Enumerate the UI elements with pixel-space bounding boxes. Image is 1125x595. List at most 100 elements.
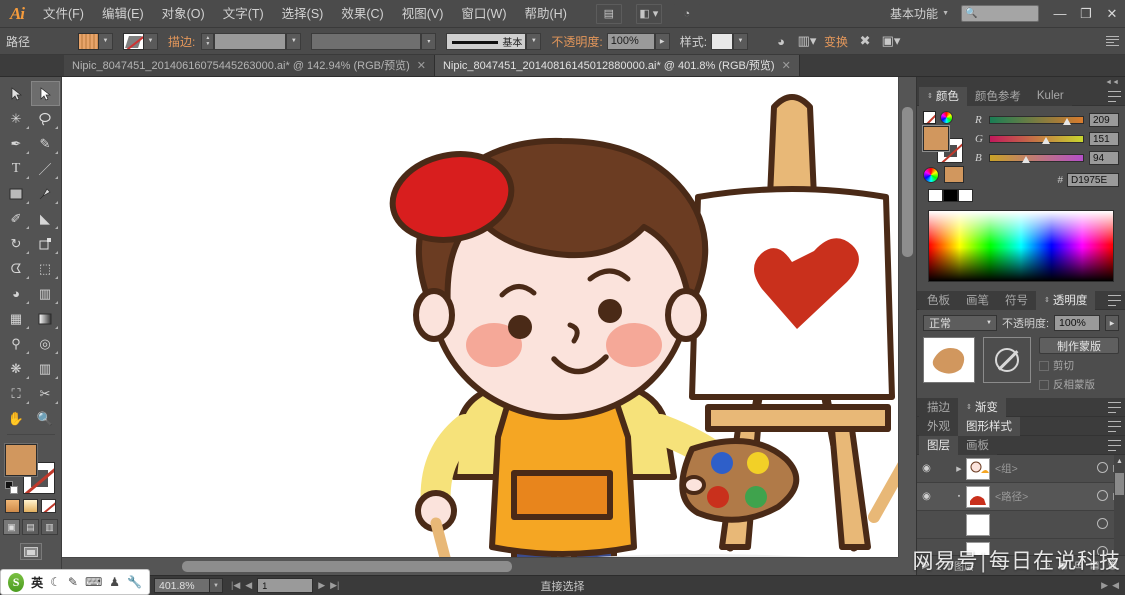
none-quick-swatch[interactable] [928,189,943,202]
free-transform-tool[interactable]: ⬚ [31,256,60,281]
paintbrush-tool[interactable] [31,181,60,206]
artboard-number-field[interactable]: 1 [257,578,314,593]
target-icon[interactable] [1091,545,1113,555]
layers-scrollbar[interactable]: ▲ [1114,455,1125,555]
close-icon[interactable]: ✕ [417,59,426,72]
tab-brushes[interactable]: 画笔 [958,290,997,310]
color-panel-fill-swatch[interactable] [923,126,949,151]
panel-menu-icon[interactable] [1108,440,1121,451]
make-mask-button[interactable]: 制作蒙版 [1039,337,1119,354]
slider-r[interactable]: R 209 [975,113,1119,127]
default-colors-icon[interactable] [4,481,18,494]
scrollbar-thumb[interactable] [1115,473,1124,495]
color-spectrum-ramp[interactable] [928,210,1114,282]
stroke-style-dropdown-icon[interactable]: ▾ [421,32,437,50]
first-artboard-button[interactable]: |◀ [231,580,240,591]
bridge-icon[interactable]: ▤ [595,3,622,24]
zoom-level-field[interactable]: 401.8% [154,578,210,593]
tab-swatches[interactable]: 色板 [919,290,958,310]
tab-artboards[interactable]: 画板 [958,435,997,455]
pathfinder-icon[interactable]: ✖ [853,31,877,51]
settings-wrench-icon[interactable]: 🔧 [127,575,142,589]
selection-tool[interactable] [2,81,31,106]
pencil-tool[interactable]: ✐ [2,206,31,231]
restore-button[interactable]: ❐ [1073,3,1099,24]
slider-b[interactable]: B 94 [975,151,1119,165]
transparency-mask-thumbnail[interactable] [983,337,1031,383]
add-anchor-point-tool[interactable]: ✎ [31,131,60,156]
align-icon[interactable]: ▥▾ [795,31,819,51]
make-clipping-mask-icon[interactable]: ▣ [1058,560,1067,571]
locate-object-icon[interactable]: ⌕ [1045,560,1051,571]
lasso-tool[interactable] [31,106,60,131]
slider-g-value[interactable]: 151 [1089,132,1119,146]
menu-type[interactable]: 文字(T) [214,0,273,28]
chevron-right-icon[interactable]: ▶ [952,465,966,473]
stroke-dropdown-icon[interactable]: ▼ [144,32,158,50]
status-next-icon[interactable]: ◀ [1112,580,1119,591]
transparency-opacity-field[interactable]: 100% [1054,315,1101,331]
chevron-right-icon[interactable]: ▪ [952,493,966,500]
style-swatch[interactable] [711,32,734,50]
table-row[interactable]: ◉ ▪ <路径> [917,483,1125,511]
menu-help[interactable]: 帮助(H) [516,0,576,28]
shape-builder-tool[interactable]: ◕ [2,281,31,306]
opacity-field[interactable]: 100% [606,32,655,50]
prev-artboard-button[interactable]: ◀ [245,580,252,591]
ime-toolbar[interactable]: S 英 ☾ ✎ ⌨ ♟ 🔧 [0,569,150,595]
rotate-tool[interactable]: ↻ [2,231,31,256]
type-tool[interactable]: T [2,156,31,181]
menu-edit[interactable]: 编辑(E) [93,0,153,28]
spectrum-toggle-icon[interactable] [923,166,939,183]
scrollbar-thumb[interactable] [182,561,512,572]
slider-g[interactable]: G 151 [975,132,1119,146]
tab-transparency[interactable]: ⇕ 透明度 [1036,290,1096,310]
last-artboard-button[interactable]: ▶| [330,580,339,591]
color-button[interactable] [5,499,20,513]
canvas-horizontal-scrollbar[interactable] [62,557,898,575]
panel-menu-icon[interactable] [1108,91,1121,102]
stroke-weight-field[interactable] [214,32,287,50]
table-row[interactable]: ◉ ▶ <组> [917,455,1125,483]
draw-inside-icon[interactable]: ▥ [41,519,58,535]
workspace-switcher[interactable]: 基本功能 ▼ [880,5,953,22]
tab-symbols[interactable]: 符号 [997,290,1036,310]
canvas-vertical-scrollbar[interactable] [898,77,916,557]
new-sublayer-icon[interactable]: ⊞ [1074,560,1082,571]
screen-mode-button[interactable] [19,543,42,560]
scroll-up-icon[interactable]: ▲ [1114,455,1125,467]
new-layer-icon[interactable]: ▤ [1090,560,1099,571]
panel-collapse-bar[interactable]: ◄◄ [917,77,1125,87]
tab-gradient[interactable]: ⇕ 渐变 [958,397,1006,417]
menu-effect[interactable]: 效果(C) [332,0,392,28]
current-tool-status[interactable]: 直接选择 [541,578,585,594]
none-swatch-icon[interactable] [923,111,936,124]
target-icon[interactable] [1091,489,1113,504]
layer-name[interactable]: <路径> [995,489,1091,504]
close-button[interactable]: ✕ [1099,3,1125,24]
panel-menu-icon[interactable] [1108,421,1121,432]
table-row[interactable] [917,511,1125,539]
direct-selection-tool[interactable] [30,81,60,106]
blend-tool[interactable]: ◎ [31,331,60,356]
tab-color[interactable]: ⇕ 颜色 [919,86,967,106]
hex-field[interactable]: D1975E [1067,173,1119,187]
zoom-dropdown-icon[interactable]: ▼ [210,578,223,593]
tab-layers[interactable]: 图层 [919,435,958,455]
eyedropper-tool[interactable]: ⚲ [2,331,31,356]
column-graph-tool[interactable]: ▥ [31,281,60,306]
delete-layer-icon[interactable]: 🗑 [1106,560,1119,571]
eye-icon[interactable]: ◉ [917,463,936,474]
stroke-profile-dropdown-icon[interactable]: ▼ [526,32,542,50]
menu-object[interactable]: 对象(O) [153,0,214,28]
status-prev-icon[interactable]: ▶ [1101,580,1108,591]
line-segment-tool[interactable]: ／ [31,156,60,181]
bar-graph-tool[interactable]: ▥ [31,356,60,381]
keyboard-icon[interactable]: ⌨ [85,575,102,589]
gradient-tool[interactable] [31,306,60,331]
draw-behind-icon[interactable]: ▤ [22,519,39,535]
toolbox-fill-swatch[interactable] [4,444,37,476]
handwriting-icon[interactable]: ✎ [68,575,78,589]
control-bar-overflow[interactable] [1106,35,1125,47]
gradient-button[interactable] [23,499,38,513]
